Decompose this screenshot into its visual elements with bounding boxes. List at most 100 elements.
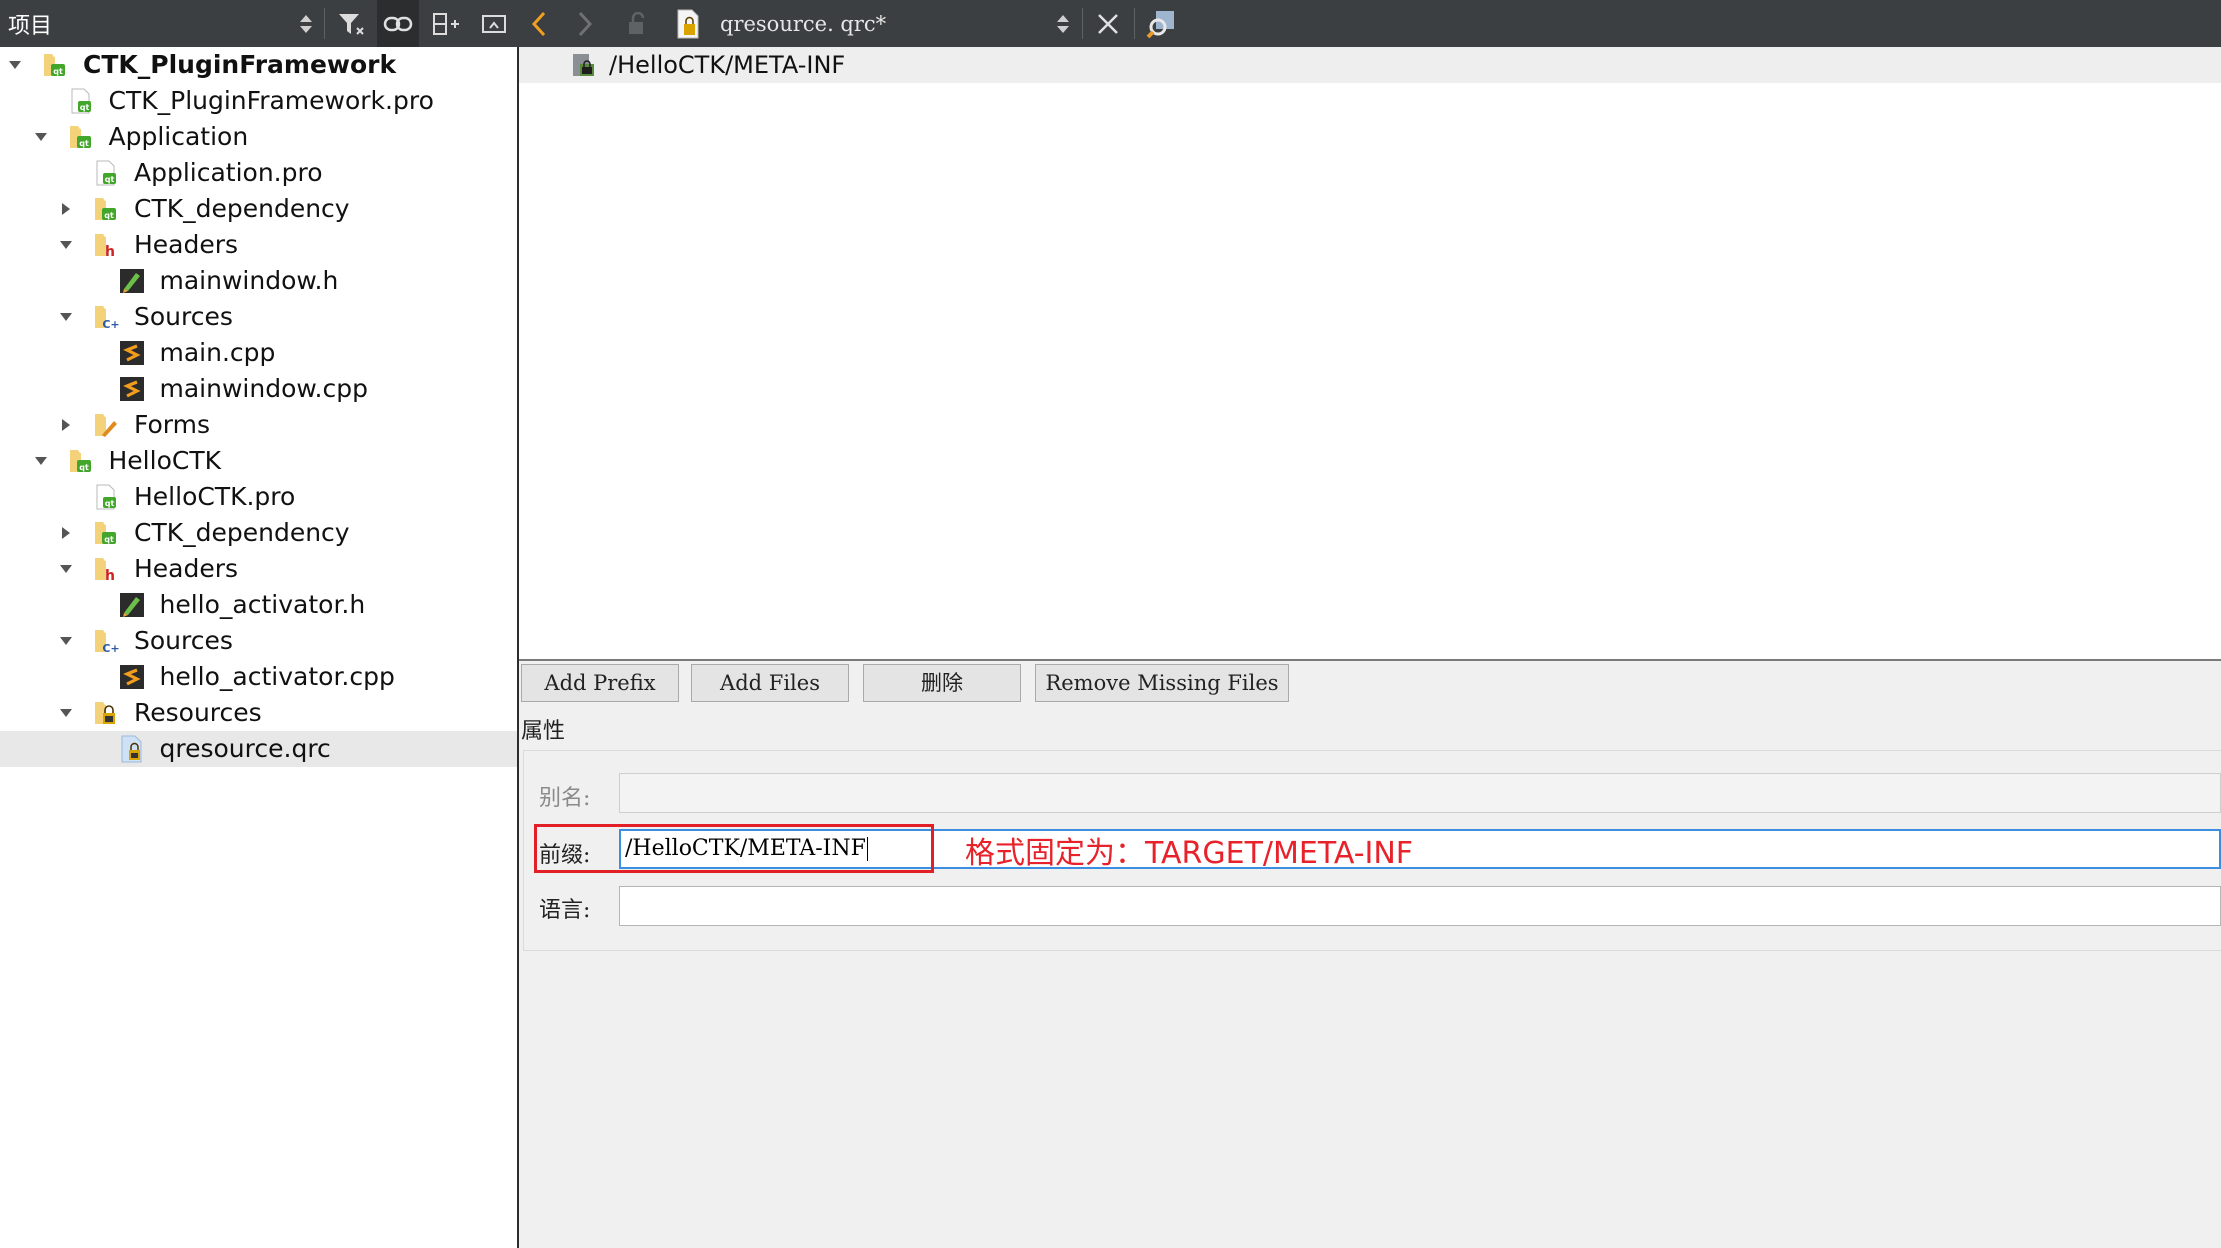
tree-item[interactable]: qt CTK_dependency xyxy=(0,515,517,551)
annotation-text: 格式固定为：TARGET/META-INF xyxy=(965,836,1414,871)
svg-text:qt: qt xyxy=(79,103,89,112)
tree-item-label: main.cpp xyxy=(159,338,276,367)
expanded-arrow-icon[interactable] xyxy=(54,695,78,731)
qt-project-folder-icon: qt xyxy=(92,519,120,547)
headers-folder-icon: h xyxy=(92,231,120,260)
resource-editor: /HelloCTK/META-INF xyxy=(519,47,2221,659)
editor-toolbar: qresource. qrc* xyxy=(518,0,2221,47)
tree-item[interactable]: mainwindow.h xyxy=(0,263,517,299)
properties-heading: 属性 xyxy=(521,719,566,744)
expanded-arrow-icon[interactable] xyxy=(29,443,53,479)
sort-updown-icon[interactable] xyxy=(296,0,316,47)
tree-item-label: qresource.qrc xyxy=(159,734,331,763)
split-add-icon[interactable] xyxy=(428,0,464,47)
tree-item[interactable]: qt Application xyxy=(0,119,517,155)
language-field[interactable] xyxy=(619,886,2221,926)
resource-prefix-row[interactable]: /HelloCTK/META-INF xyxy=(519,47,2221,83)
tree-item-label: Sources xyxy=(134,302,233,331)
tree-item[interactable]: hello_activator.h xyxy=(0,587,517,623)
collapsed-arrow-icon[interactable] xyxy=(54,191,78,227)
add-files-button[interactable]: Add Files xyxy=(691,664,849,702)
delete-button[interactable]: 删除 xyxy=(863,664,1021,702)
qt-project-folder-icon: qt xyxy=(67,447,95,475)
header-file-icon xyxy=(118,591,146,619)
svg-text:qt: qt xyxy=(79,139,89,148)
collapsed-arrow-icon[interactable] xyxy=(54,515,78,551)
expanded-arrow-icon[interactable] xyxy=(54,227,78,263)
pro-file-icon: qt xyxy=(92,483,120,511)
collapsed-arrow-icon[interactable] xyxy=(54,407,78,443)
tree-item[interactable]: h Headers xyxy=(0,551,517,587)
tree-item[interactable]: main.cpp xyxy=(0,335,517,371)
tree-item-label: HelloCTK.pro xyxy=(134,482,296,511)
open-file-name[interactable]: qresource. qrc* xyxy=(720,0,886,47)
tree-item[interactable]: qt CTK_dependency xyxy=(0,191,517,227)
expanded-arrow-icon[interactable] xyxy=(54,623,78,659)
sources-folder-icon: C+ xyxy=(92,303,120,331)
tree-item[interactable]: C+ Sources xyxy=(0,623,517,659)
tree-item-label: hello_activator.cpp xyxy=(159,662,395,691)
tree-item[interactable]: hello_activator.cpp xyxy=(0,659,517,695)
project-panel-toolbar: 项目 xyxy=(0,0,518,47)
tree-item-label: CTK_PluginFramework.pro xyxy=(108,86,434,115)
qrc-file-icon xyxy=(118,735,146,763)
filter-icon[interactable] xyxy=(334,0,370,47)
svg-text:qt: qt xyxy=(104,535,114,544)
expanded-arrow-icon[interactable] xyxy=(54,299,78,335)
forms-folder-icon xyxy=(92,411,120,439)
forward-arrow-icon[interactable] xyxy=(570,0,600,47)
tree-item[interactable]: qt CTK_PluginFramework xyxy=(0,47,517,83)
resource-prefix-label: /HelloCTK/META-INF xyxy=(609,51,846,79)
svg-text:h: h xyxy=(105,568,115,583)
close-pane-icon[interactable] xyxy=(476,0,512,47)
tree-item-label: hello_activator.h xyxy=(159,590,366,619)
expanded-arrow-icon[interactable] xyxy=(54,551,78,587)
svg-text:C+: C+ xyxy=(102,318,119,331)
tree-item[interactable]: qt Application.pro xyxy=(0,155,517,191)
prefix-icon xyxy=(569,51,597,79)
qt-project-folder-icon: qt xyxy=(92,195,120,223)
svg-text:qt: qt xyxy=(104,211,114,220)
tree-item-label: Resources xyxy=(134,698,262,727)
tree-item-label: Application xyxy=(108,122,249,151)
lock-icon[interactable] xyxy=(622,0,652,47)
tree-item-label: mainwindow.cpp xyxy=(159,374,368,403)
tree-item[interactable]: Forms xyxy=(0,407,517,443)
link-icon[interactable] xyxy=(377,0,419,47)
cpp-file-icon xyxy=(118,375,146,403)
tree-item-label: Headers xyxy=(134,230,239,259)
pro-file-icon: qt xyxy=(67,87,95,115)
tree-item-label: mainwindow.h xyxy=(159,266,339,295)
expanded-arrow-icon[interactable] xyxy=(29,119,53,155)
tree-item-label: Sources xyxy=(134,626,233,655)
add-prefix-button[interactable]: Add Prefix xyxy=(521,664,679,702)
tree-item-label: CTK_dependency xyxy=(134,518,350,547)
tree-item[interactable]: h Headers xyxy=(0,227,517,263)
expanded-arrow-icon[interactable] xyxy=(3,47,27,83)
qt-project-folder-icon: qt xyxy=(67,123,95,151)
project-tree: qt CTK_PluginFramework qt CTK_PluginFramewo… xyxy=(0,47,519,1248)
tree-item[interactable]: qresource.qrc xyxy=(0,731,517,767)
locate-icon[interactable] xyxy=(1142,0,1182,47)
sources-folder-icon: C+ xyxy=(92,627,120,655)
header-file-icon xyxy=(118,267,146,295)
close-icon[interactable] xyxy=(1090,0,1126,47)
tree-item[interactable]: qt HelloCTK xyxy=(0,443,517,479)
tree-item[interactable]: mainwindow.cpp xyxy=(0,371,517,407)
qrc-file-icon xyxy=(673,0,703,47)
sort-updown-icon[interactable] xyxy=(1053,0,1073,47)
tree-item[interactable]: qt HelloCTK.pro xyxy=(0,479,517,515)
svg-text:h: h xyxy=(105,244,115,259)
svg-text:C+: C+ xyxy=(102,642,119,655)
headers-folder-icon: h xyxy=(92,555,120,584)
tree-item[interactable]: C+ Sources xyxy=(0,299,517,335)
tree-item-label: Forms xyxy=(134,410,211,439)
tree-item[interactable]: qt CTK_PluginFramework.pro xyxy=(0,83,517,119)
remove-missing-files-button[interactable]: Remove Missing Files xyxy=(1035,664,1289,702)
cpp-file-icon xyxy=(118,339,146,367)
alias-field[interactable] xyxy=(619,773,2221,813)
back-arrow-icon[interactable] xyxy=(524,0,554,47)
svg-text:qt: qt xyxy=(79,463,89,472)
tree-item[interactable]: Resources xyxy=(0,695,517,731)
tree-item-label: CTK_PluginFramework xyxy=(83,50,397,79)
